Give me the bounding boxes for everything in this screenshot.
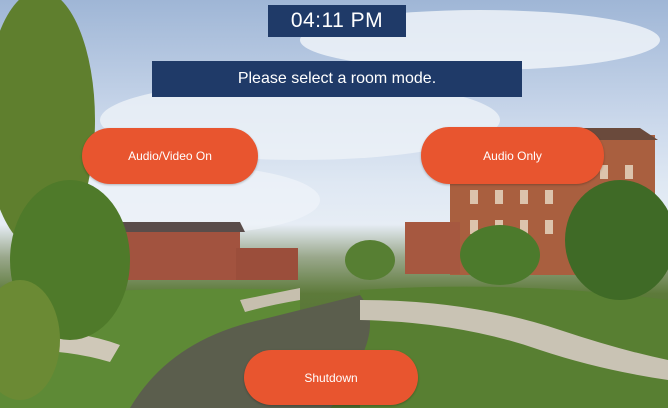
audio-only-button[interactable]: Audio Only [421,127,604,184]
audio-only-label: Audio Only [483,148,542,163]
shutdown-button[interactable]: Shutdown [244,350,418,405]
audio-video-on-button[interactable]: Audio/Video On [82,128,258,184]
touch-panel-screen: 04:11 PM Please select a room mode. Audi… [0,0,668,408]
audio-video-on-label: Audio/Video On [128,149,212,163]
clock-display: 04:11 PM [268,5,406,37]
shutdown-label: Shutdown [304,370,358,385]
room-mode-prompt: Please select a room mode. [152,61,522,97]
